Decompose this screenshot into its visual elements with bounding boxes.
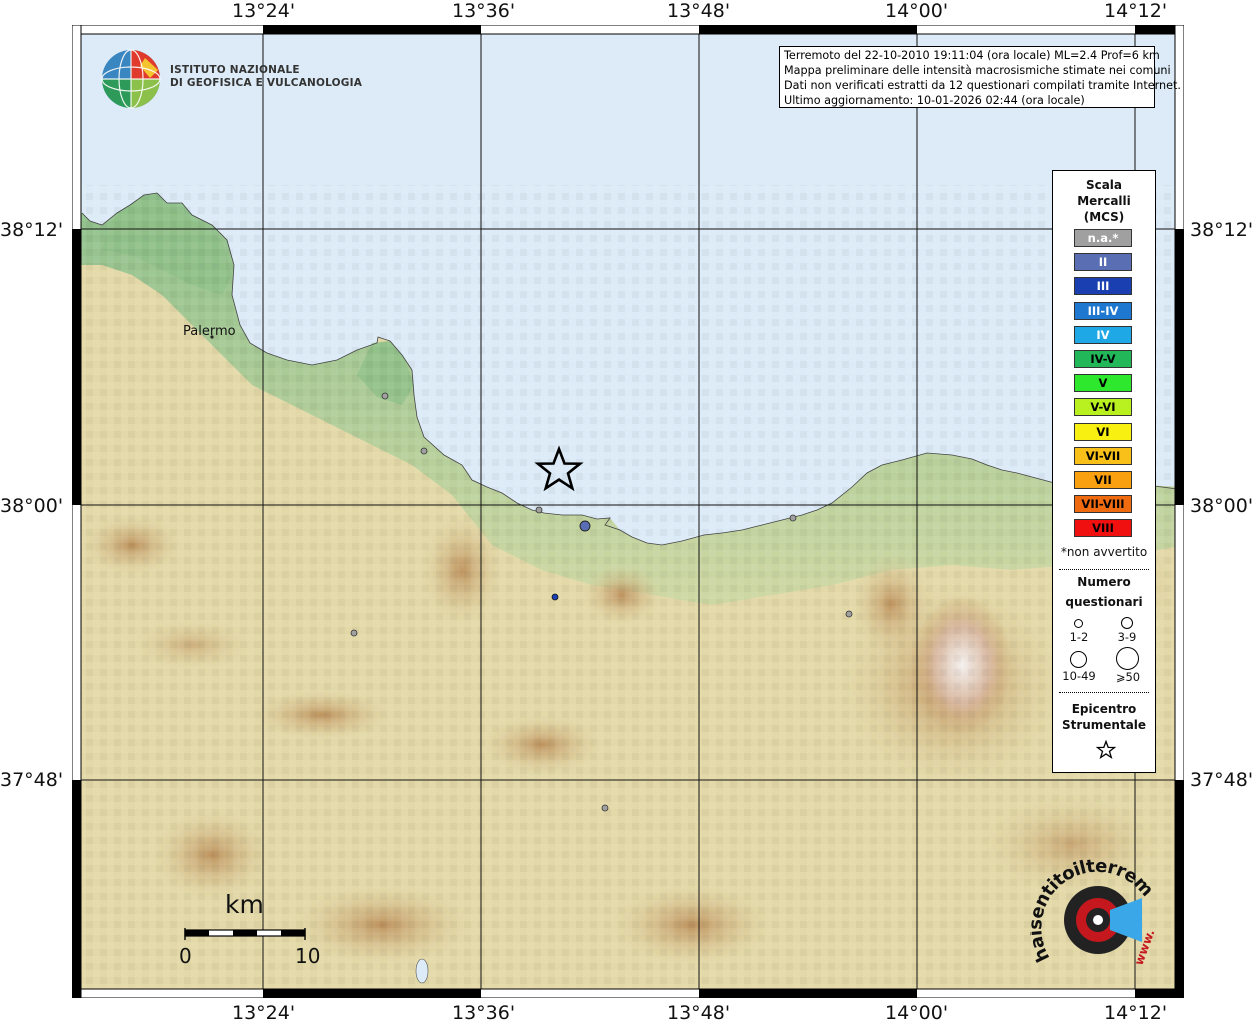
lat-label-left-1: 38°12' (0, 219, 64, 241)
lon-label-top-4: 14°00' (885, 0, 949, 22)
lon-label-bottom-2: 13°36' (452, 1002, 516, 1024)
epicenter-title-line1: Epicentro (1071, 702, 1137, 716)
lake (415, 958, 429, 984)
legend-swatch-viii: VIII (1074, 519, 1132, 538)
lon-label-bottom-1: 13°24' (232, 1002, 296, 1024)
lat-label-right-2: 38°00' (1190, 495, 1254, 517)
observation-point[interactable] (789, 514, 797, 522)
hsi-logo-graphic: haisentitoilterremoto.it www. (1024, 842, 1158, 967)
legend-swatch-vi-vii: VI-VII (1074, 446, 1132, 465)
event-info-line1: Terremoto del 22-10-2010 19:11:04 (ora l… (784, 49, 1160, 62)
event-info-line2: Mappa preliminare delle intensità macros… (784, 64, 1171, 77)
count-label-10-49: 10-49 (1062, 669, 1096, 683)
observation-point[interactable] (381, 392, 389, 400)
legend-swatch-iv-v: IV-V (1074, 350, 1132, 368)
legend-swatch-vii-viii: VII-VIII (1074, 495, 1132, 514)
lon-label-bottom-3: 13°48' (667, 1002, 731, 1024)
lon-label-top-1: 13°24' (232, 0, 296, 22)
legend-separator (1059, 569, 1149, 570)
map-canvas[interactable] (72, 25, 1184, 998)
relief-texture (72, 185, 1184, 998)
event-info-box: Terremoto del 22-10-2010 19:11:04 (ora l… (779, 46, 1181, 108)
legend-swatch-iii-iv: III-IV (1074, 301, 1132, 320)
legend-panel: Scala Mercalli (MCS) n.a.* II III III-IV IV I… (1052, 170, 1156, 773)
legend-swatch-v-vi: V-VI (1074, 398, 1132, 417)
lat-label-left-2: 38°00' (0, 495, 64, 517)
count-circle-large (1070, 651, 1087, 668)
legend-swatch-ii: II (1074, 253, 1132, 272)
legend-swatch-iv: IV (1074, 325, 1132, 344)
scale-unit: km (225, 890, 264, 919)
legend-swatch-iii: III (1074, 277, 1132, 296)
legend-swatch-vii: VII (1074, 471, 1132, 489)
city-label-palermo: Palermo (183, 324, 236, 339)
scale-bar: km 0 10 (179, 890, 321, 970)
legend-title-line1: Scala (1085, 178, 1123, 192)
legend-title-line3: (MCS) (1083, 210, 1125, 224)
ingv-name-line2: DI GEOFISICA E VULCANOLOGIA (170, 77, 363, 89)
lat-label-right-1: 38°12' (1190, 219, 1254, 241)
legend-title-line2: Mercalli (1077, 194, 1131, 208)
lon-label-top-5: 14°12' (1104, 0, 1168, 22)
observation-point[interactable] (601, 804, 609, 812)
count-circle-xlarge (1116, 647, 1139, 670)
legend-swatch-n-a: n.a.* (1074, 229, 1132, 247)
count-label-50: ⩾50 (1115, 670, 1141, 684)
legend-swatch-v: V (1074, 374, 1132, 393)
observation-point[interactable] (551, 593, 559, 601)
lon-label-top-3: 13°48' (667, 0, 731, 22)
observation-point[interactable] (420, 447, 428, 455)
observation-point[interactable] (535, 506, 543, 514)
lon-label-bottom-5: 14°12' (1104, 1002, 1168, 1024)
count-title-line1: Numero (1077, 575, 1131, 589)
count-title-line2: questionari (1065, 595, 1143, 609)
ingv-name: ISTITUTO NAZIONALE DI GEOFISICA E VULCAN… (170, 64, 362, 90)
ingv-name-line1: ISTITUTO NAZIONALE (170, 64, 300, 76)
hsi-logo: haisentitoilterremoto.it www. (1024, 842, 1170, 987)
lon-label-bottom-4: 14°00' (885, 1002, 949, 1024)
lat-label-left-3: 37°48' (0, 769, 64, 791)
legend-separator (1059, 692, 1149, 693)
epicenter-title-line2: Strumentale (1061, 718, 1147, 732)
scale-bar-graphic (184, 928, 306, 940)
count-circle-medium (1121, 617, 1133, 629)
legend-swatch-vi: VI (1074, 422, 1132, 441)
ingv-logo (100, 48, 162, 114)
legend-title: Scala Mercalli (MCS) (1053, 177, 1155, 225)
count-circle-small (1074, 619, 1083, 628)
event-info-line3: Dati non verificati estratti da 12 quest… (784, 79, 1181, 92)
star-outline-icon (1096, 740, 1116, 760)
count-label-3-9: 3-9 (1117, 630, 1137, 644)
scale-max: 10 (295, 944, 321, 968)
observation-point[interactable] (350, 629, 358, 637)
map-frame[interactable] (72, 25, 1184, 998)
ingv-globe-icon (101, 49, 161, 109)
event-info-line4: Ultimo aggiornamento: 10-01-2026 02:44 (… (784, 94, 1085, 107)
scale-min: 0 (179, 944, 192, 968)
observation-point[interactable] (579, 520, 591, 532)
count-label-1-2: 1-2 (1069, 630, 1089, 644)
lat-label-right-3: 37°48' (1190, 769, 1254, 791)
legend-note: *non avvertito (1060, 545, 1148, 559)
observation-point[interactable] (845, 610, 853, 618)
lon-label-top-2: 13°36' (452, 0, 516, 22)
